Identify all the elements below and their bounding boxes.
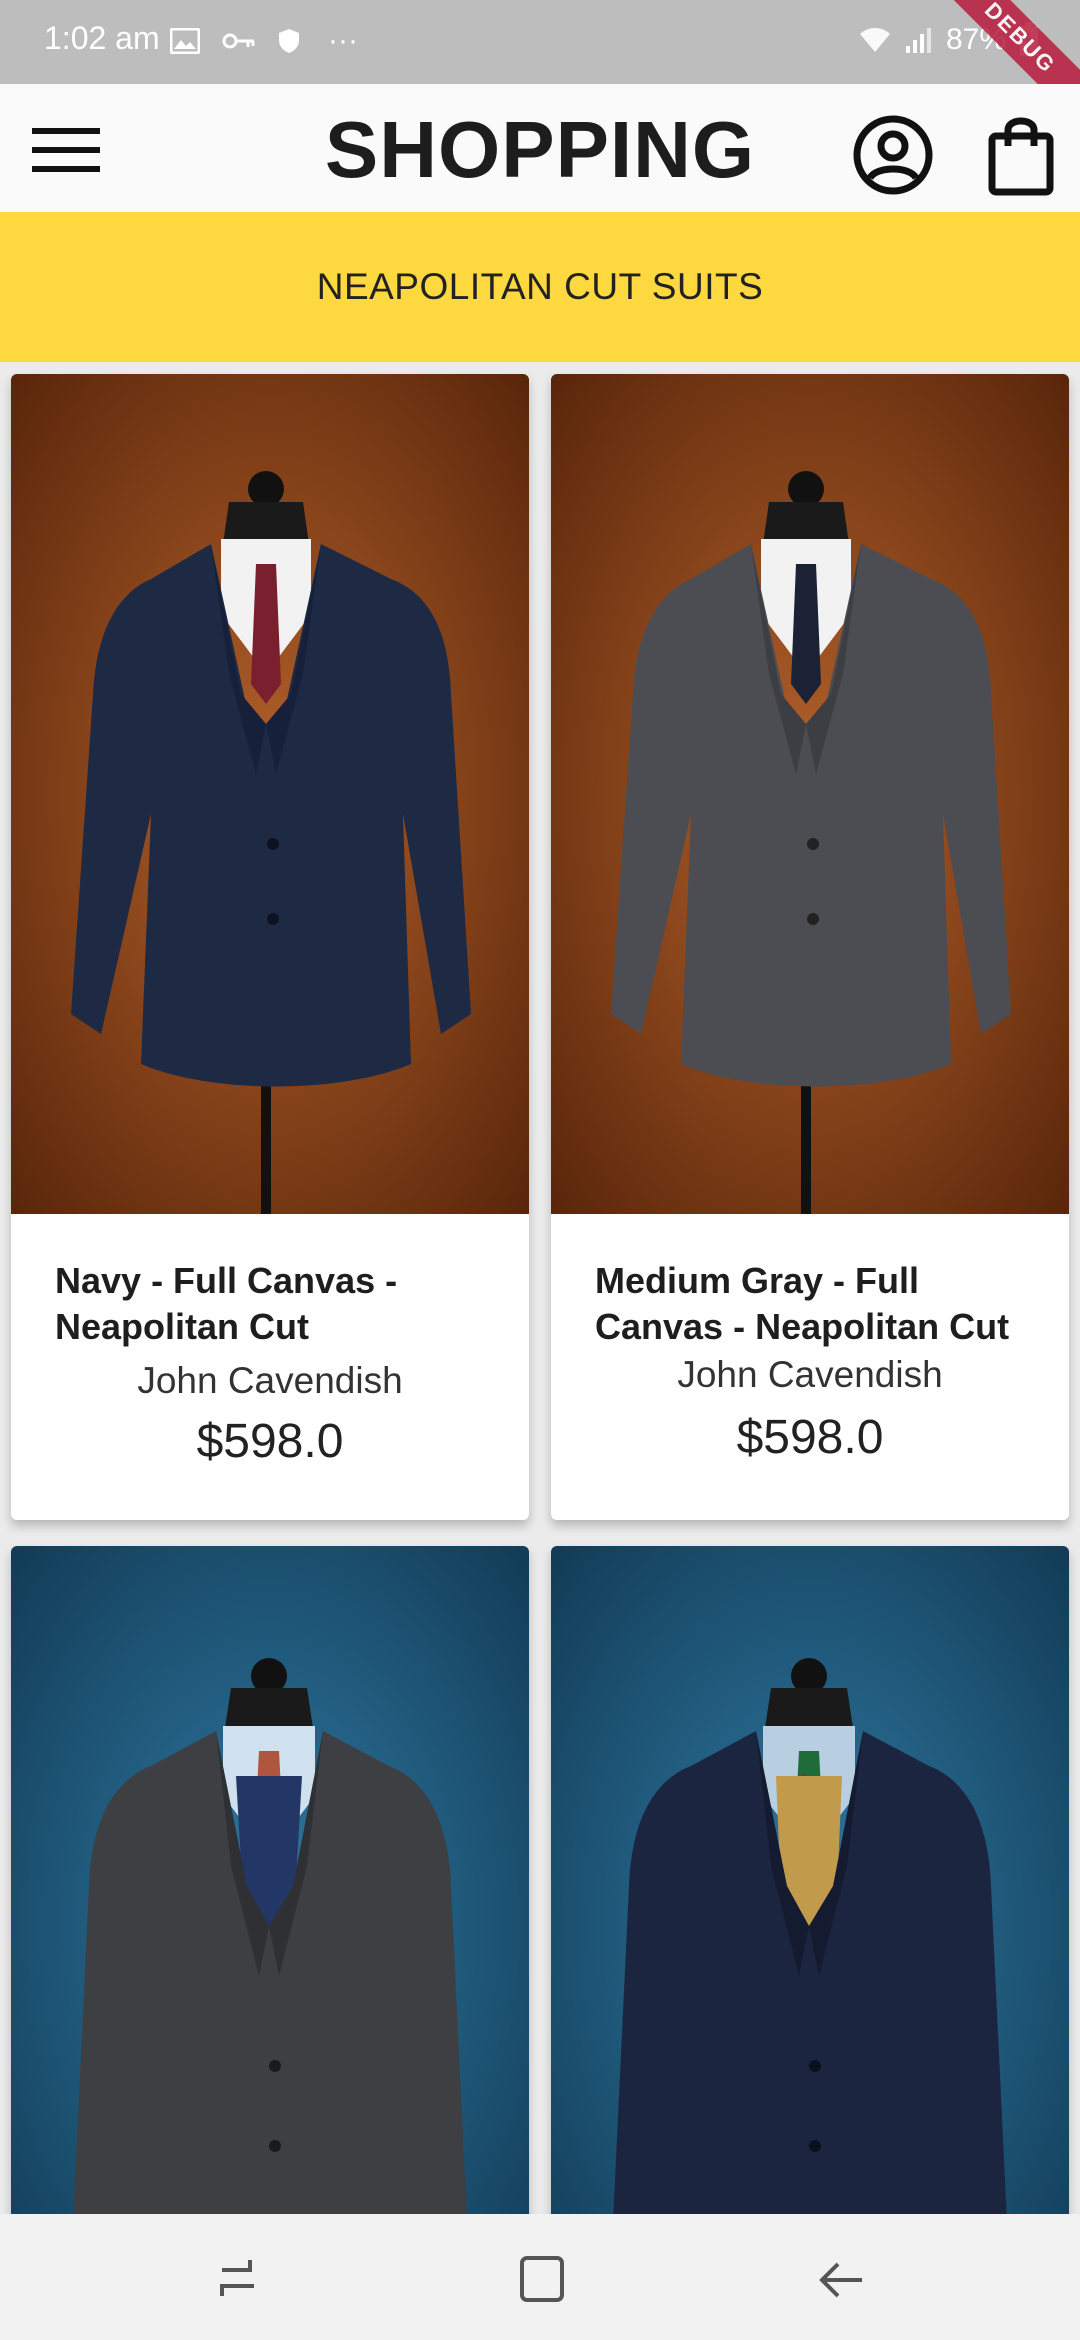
- signal-icon: [905, 28, 931, 53]
- product-price: $598.0: [736, 1411, 884, 1464]
- product-info: Medium Gray - Full Canvas - Neapolitan C…: [551, 1214, 1069, 1520]
- product-card[interactable]: [11, 1546, 529, 2306]
- home-button[interactable]: [512, 2252, 572, 2308]
- status-time: 1:02 am: [44, 20, 160, 56]
- product-name: Navy - Full Canvas - Neapolitan Cut: [55, 1260, 398, 1347]
- product-name: Medium Gray - Full Canvas - Neapolitan C…: [595, 1260, 1010, 1347]
- product-image: [551, 1546, 1069, 2306]
- key-icon: [222, 33, 255, 49]
- status-bar: 1:02 am ··· 87% DEBUG: [0, 0, 1080, 123]
- product-image: [11, 374, 529, 1214]
- shield-icon: [279, 29, 299, 53]
- recent-apps-icon: [220, 2260, 254, 2296]
- cart-button[interactable]: [986, 112, 1056, 196]
- product-image: [551, 374, 1069, 1214]
- category-banner: NEAPOLITAN CUT SUITS: [0, 212, 1080, 362]
- image-icon: [170, 28, 200, 54]
- account-button[interactable]: [852, 114, 934, 196]
- more-notifications-icon: ···: [328, 24, 358, 57]
- back-button[interactable]: [812, 2252, 872, 2308]
- product-price: $598.0: [196, 1415, 344, 1468]
- shopping-bag-icon: [988, 117, 1054, 196]
- product-info: Navy - Full Canvas - Neapolitan Cut John…: [11, 1214, 529, 1520]
- account-circle-icon: [853, 115, 933, 195]
- product-card[interactable]: Medium Gray - Full Canvas - Neapolitan C…: [551, 374, 1069, 1520]
- app-bar: SHOPPING: [0, 84, 1080, 212]
- product-card[interactable]: Navy - Full Canvas - Neapolitan Cut John…: [11, 374, 529, 1520]
- product-card[interactable]: [551, 1546, 1069, 2306]
- recent-apps-button[interactable]: [210, 2252, 270, 2308]
- product-image: [11, 1546, 529, 2306]
- system-navigation-bar: [0, 2214, 1080, 2340]
- home-square-icon: [520, 2256, 564, 2302]
- product-brand: John Cavendish: [137, 1360, 403, 1401]
- wifi-icon: [859, 28, 890, 52]
- product-brand: John Cavendish: [677, 1354, 943, 1395]
- category-title: NEAPOLITAN CUT SUITS: [316, 266, 764, 307]
- back-arrow-icon: [819, 2262, 862, 2298]
- status-notification-icons: ···: [170, 24, 358, 58]
